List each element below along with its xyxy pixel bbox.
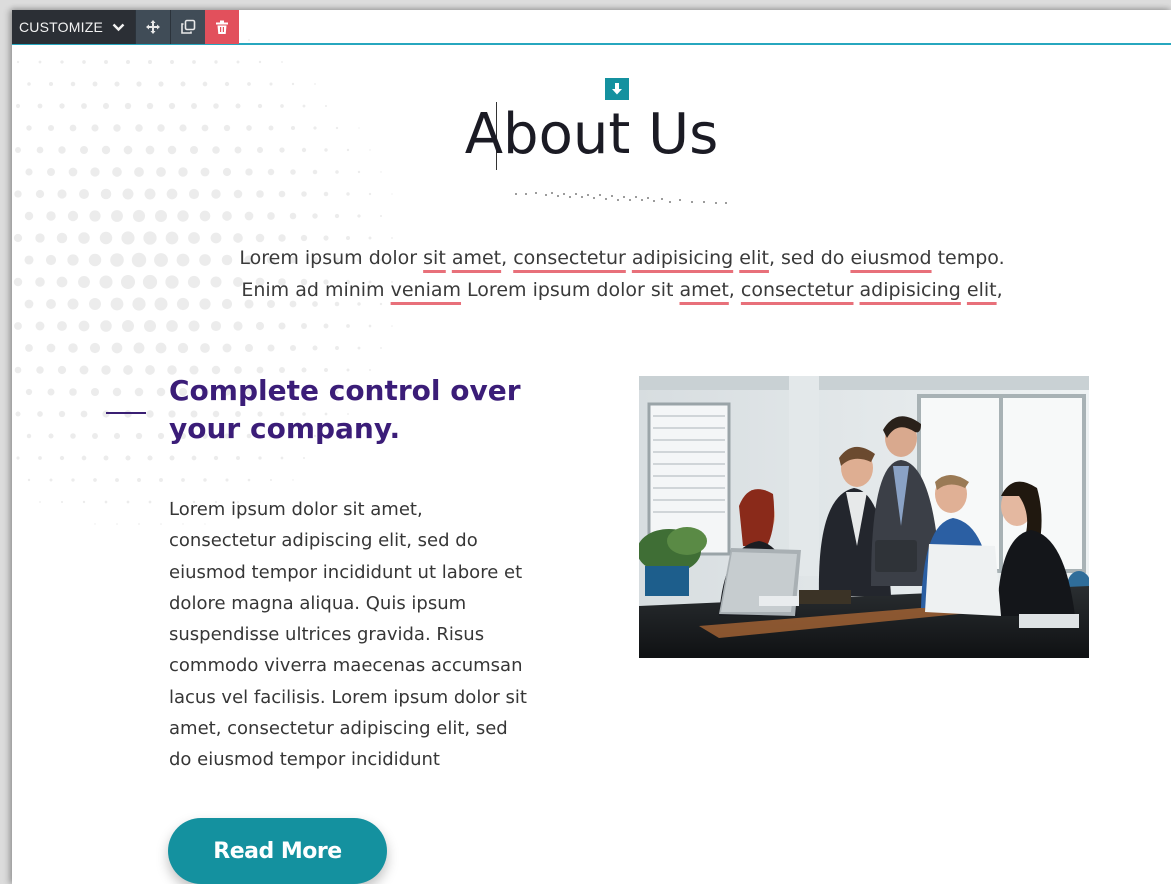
- spellcheck-word: veniam: [390, 279, 462, 301]
- body-line: eiusmod tempor incididunt ut labore et: [169, 561, 523, 583]
- intro-text: ,: [728, 279, 741, 301]
- feature-heading-line-1: Complete control over: [169, 374, 521, 407]
- spellcheck-word: sit: [423, 247, 446, 269]
- body-line: consectetur adipiscing elit, sed do: [169, 530, 478, 552]
- intro-text: Enim ad minim: [241, 279, 391, 301]
- spellcheck-word: elit: [739, 247, 769, 269]
- duplicate-button[interactable]: [170, 10, 205, 44]
- spellcheck-word: eiusmod: [850, 247, 932, 269]
- feature-body-text[interactable]: Lorem ipsum dolor sit amet, consectetur a…: [169, 494, 589, 776]
- intro-text: Lorem ipsum dolor: [239, 247, 424, 269]
- body-line: Lorem ipsum dolor sit amet,: [169, 499, 423, 520]
- intro-text: tempo.: [931, 247, 1005, 269]
- customize-label: CUSTOMIZE: [19, 19, 103, 35]
- read-more-button[interactable]: Read More: [168, 818, 387, 884]
- body-line: suspendisse ultrices gravida. Risus: [169, 624, 485, 646]
- intro-line-1: Lorem ipsum dolor sit amet, consectetur …: [239, 247, 1004, 269]
- spellcheck-word: amet: [679, 279, 729, 301]
- heading-accent-line: [106, 412, 146, 414]
- body-line: lacus vel facilisis. Lorem ipsum dolor s…: [169, 686, 527, 708]
- spellcheck-word: amet: [451, 247, 502, 269]
- body-line: dolore magna aliqua. Quis ipsum: [169, 592, 467, 614]
- intro-paragraph[interactable]: Lorem ipsum dolor sit amet, consectetur …: [162, 242, 1082, 306]
- feature-heading[interactable]: Complete control over your company.: [169, 372, 569, 448]
- body-line: commodo viverra maecenas accumsan: [169, 655, 523, 677]
- trash-icon: [216, 20, 228, 34]
- intro-text: , sed do: [768, 247, 851, 269]
- spellcheck-word: elit: [966, 279, 997, 301]
- spellcheck-word: adipisicing: [631, 247, 734, 269]
- builder-canvas: CUSTOMIZE About Us Lorem ipsum dolor sit…: [12, 10, 1171, 884]
- spellcheck-word: adipisicing: [859, 279, 961, 301]
- body-line: do eiusmod tempor incididunt: [169, 749, 440, 771]
- section-toolbar: CUSTOMIZE: [12, 10, 239, 44]
- dotted-divider: [515, 192, 727, 204]
- delete-button[interactable]: [205, 10, 239, 44]
- chevron-down-icon: [112, 23, 125, 32]
- section-title[interactable]: About Us: [12, 100, 1171, 170]
- intro-text: Lorem ipsum dolor sit: [461, 279, 680, 301]
- download-arrow-icon[interactable]: [605, 78, 629, 100]
- spellcheck-word: consectetur: [740, 279, 854, 301]
- intro-line-2: Enim ad minim veniam Lorem ipsum dolor s…: [241, 279, 1002, 301]
- body-line: amet, consectetur adipiscing elit, sed: [169, 718, 508, 740]
- spellcheck-word: consectetur: [513, 247, 626, 269]
- feature-heading-line-2: your company.: [169, 412, 401, 445]
- business-team-meeting-photo[interactable]: [639, 376, 1089, 658]
- intro-text: ,: [996, 279, 1003, 301]
- intro-text: ,: [501, 247, 514, 269]
- move-button[interactable]: [135, 10, 170, 44]
- customize-button[interactable]: CUSTOMIZE: [12, 10, 135, 44]
- duplicate-icon: [181, 19, 196, 34]
- move-icon: [146, 20, 160, 34]
